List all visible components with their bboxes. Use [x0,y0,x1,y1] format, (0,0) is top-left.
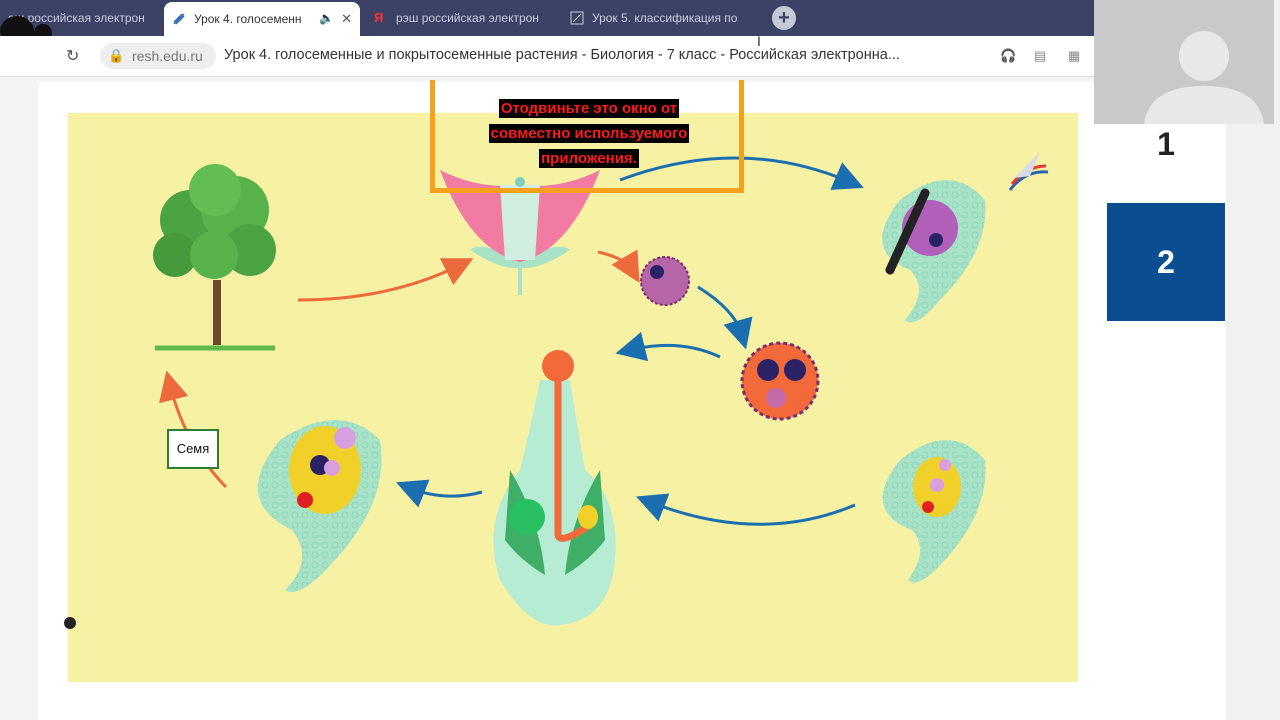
lesson-stage [68,113,1078,682]
ovule-icon [882,180,986,323]
tab-strip: ош российская электрон Урок 4. голосемен… [0,0,1094,36]
tab-label: Урок 4. голосеменн [194,12,302,26]
pistil-icon [493,350,616,626]
share-warning: Отодвиньте это окно от совместно использ… [474,96,704,171]
tab-lesson-4[interactable]: Урок 4. голосеменн 🔈 ✕ [164,2,360,36]
avatar-icon [1144,31,1264,124]
arrow-icon [697,285,753,350]
lock-icon[interactable]: 🔒 [108,48,124,64]
arrow-icon [615,331,721,362]
close-icon[interactable]: ✕ [341,11,352,27]
text-cursor-icon: I [757,33,761,49]
tab-label: рэш российская электрон [396,11,539,25]
pollen-grain-icon [640,256,690,306]
resh-logo-icon [1008,152,1049,191]
seed-label[interactable]: Семя [167,429,219,469]
warning-line: приложения. [539,149,639,168]
tree-icon [153,164,276,351]
reload-icon[interactable]: ↻ [66,46,79,66]
seed-ovule-icon [257,420,382,592]
page-title: Урок 4. голосеменные и покрытосеменные р… [224,47,900,63]
arrow-icon [297,258,474,302]
speaker-icon[interactable]: 🔈 [319,11,334,25]
new-tab-button[interactable]: + [772,6,796,30]
resh-icon [570,11,584,25]
germinated-pollen-icon [740,341,820,421]
warning-line: Отодвиньте это окно от [498,99,680,118]
arrow-icon [597,249,640,283]
pointer-dot [64,617,76,629]
reader-icon[interactable]: ▤ [1034,48,1046,64]
ovule-icon [882,440,986,583]
life-cycle-illustration [153,152,1049,626]
yandex-icon: Я [374,10,384,25]
address-toolbar: ↻ 🔒 resh.edu.ru Урок 4. голосеменные и п… [0,36,1094,77]
domain-text: resh.edu.ru [132,48,203,64]
tab-label: Урок 5. классификация по [592,11,738,25]
slide-number-1[interactable]: 1 [1106,124,1226,164]
extension-icon[interactable]: ▦ [1068,48,1080,64]
arrow-icon [636,493,856,526]
webcam-tile [1094,0,1274,124]
resh-icon [173,13,185,25]
warning-line: совместно используемого [488,124,690,143]
arrow-icon [396,479,483,508]
headphones-icon[interactable]: 🎧 [1000,48,1016,64]
tab-lesson-5[interactable]: Урок 5. классификация по [562,0,758,36]
tab-yandex-resh[interactable]: Я рэш российская электрон [366,0,556,36]
slide-number-2[interactable]: 2 [1107,203,1225,321]
